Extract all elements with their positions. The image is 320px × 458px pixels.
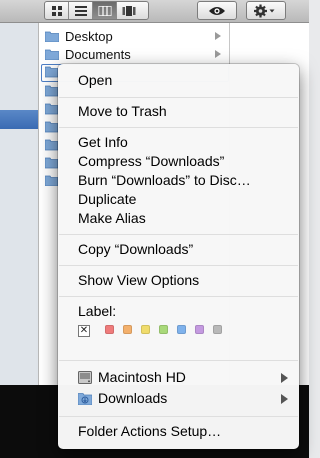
hard-drive-icon	[78, 371, 92, 384]
label-blue-button[interactable]	[177, 325, 186, 334]
list-view-button[interactable]	[69, 2, 93, 19]
quick-look-button[interactable]	[197, 1, 237, 20]
item-label: Documents	[65, 46, 131, 62]
icon-view-icon	[51, 5, 62, 16]
label-orange-button[interactable]	[123, 325, 132, 334]
chevron-down-icon	[269, 9, 275, 12]
gear-icon	[254, 4, 275, 17]
view-switcher	[44, 1, 149, 20]
submenu-arrow-icon	[281, 373, 288, 383]
column-view-icon	[98, 5, 111, 16]
label-gray-button[interactable]	[213, 325, 222, 334]
menu-item-compress[interactable]: Compress “Downloads”	[78, 152, 224, 171]
disclosure-arrow-icon	[215, 50, 221, 58]
menu-item-show-view-options[interactable]: Show View Options	[78, 271, 199, 290]
menu-item-folder-actions-setup[interactable]: Folder Actions Setup…	[78, 422, 221, 441]
menu-item-get-info[interactable]: Get Info	[78, 133, 128, 152]
folder-icon	[45, 31, 59, 42]
cover-flow-button[interactable]	[117, 2, 140, 19]
item-label: Desktop	[65, 28, 113, 44]
icon-view-button[interactable]	[45, 2, 69, 19]
label-none-button[interactable]: ✕	[78, 325, 90, 337]
finder-toolbar	[0, 0, 309, 23]
menu-item-burn[interactable]: Burn “Downloads” to Disc…	[78, 171, 251, 190]
folder-icon	[45, 49, 59, 60]
menu-item-label: Downloads	[98, 390, 168, 406]
menu-item-macintosh-hd[interactable]: Macintosh HD	[78, 368, 186, 387]
menu-separator	[59, 296, 298, 297]
menu-item-downloads[interactable]: Downloads	[78, 389, 167, 408]
menu-separator	[59, 265, 298, 266]
menu-separator	[59, 127, 298, 128]
label-purple-button[interactable]	[195, 325, 204, 334]
menu-item-label: Macintosh HD	[98, 369, 186, 385]
menu-separator	[59, 360, 298, 361]
menu-separator	[59, 416, 298, 417]
downloads-folder-icon	[78, 393, 92, 405]
menu-item-make-alias[interactable]: Make Alias	[78, 209, 146, 228]
disclosure-arrow-icon	[215, 32, 221, 40]
label-yellow-button[interactable]	[141, 325, 150, 334]
list-item-desktop[interactable]: Desktop	[45, 27, 225, 45]
finder-sidebar	[0, 23, 39, 385]
submenu-arrow-icon	[281, 394, 288, 404]
label-green-button[interactable]	[159, 325, 168, 334]
list-item-documents[interactable]: Documents	[45, 45, 225, 63]
menu-item-copy[interactable]: Copy “Downloads”	[78, 240, 193, 259]
sidebar-selected-item[interactable]	[0, 110, 38, 129]
cover-flow-icon	[122, 5, 135, 16]
list-view-icon	[74, 5, 87, 16]
eye-icon	[209, 6, 225, 15]
menu-separator	[59, 234, 298, 235]
label-heading: Label:	[78, 303, 117, 319]
context-menu: Open Move to Trash Get Info Compress “Do…	[58, 64, 299, 449]
menu-item-open[interactable]: Open	[78, 71, 112, 90]
folder-icon	[45, 66, 58, 186]
menu-item-move-to-trash[interactable]: Move to Trash	[78, 102, 167, 121]
action-menu-button[interactable]	[246, 1, 286, 20]
menu-item-duplicate[interactable]: Duplicate	[78, 190, 136, 209]
label-red-button[interactable]	[105, 325, 114, 334]
column-view-button[interactable]	[93, 2, 117, 19]
menu-separator	[59, 97, 298, 98]
